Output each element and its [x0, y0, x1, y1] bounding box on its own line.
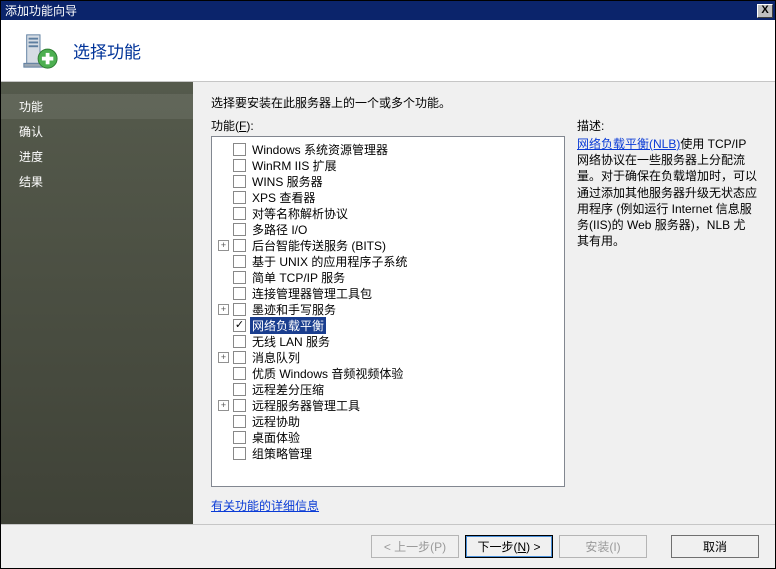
- content-columns: 功能(F): Windows 系统资源管理器WinRM IIS 扩展WINS 服…: [211, 117, 757, 487]
- feature-label[interactable]: XPS 查看器: [250, 189, 317, 206]
- feature-label[interactable]: 优质 Windows 音频视频体验: [250, 365, 405, 382]
- wizard-body: 功能 确认 进度 结果 选择要安装在此服务器上的一个或多个功能。 功能(F): …: [1, 82, 775, 524]
- feature-label[interactable]: 远程协助: [250, 413, 302, 430]
- close-icon[interactable]: X: [757, 4, 773, 18]
- feature-checkbox[interactable]: [233, 143, 246, 156]
- server-icon: [21, 32, 59, 70]
- feature-checkbox[interactable]: [233, 239, 246, 252]
- feature-label[interactable]: 组策略管理: [250, 445, 314, 462]
- tree-expand-icon[interactable]: +: [218, 352, 229, 363]
- feature-checkbox[interactable]: [233, 335, 246, 348]
- feature-row[interactable]: 基于 UNIX 的应用程序子系统: [214, 253, 562, 269]
- feature-row[interactable]: 桌面体验: [214, 429, 562, 445]
- previous-button[interactable]: < 上一步(P): [371, 535, 459, 558]
- feature-label[interactable]: 墨迹和手写服务: [250, 301, 338, 318]
- feature-row[interactable]: 对等名称解析协议: [214, 205, 562, 221]
- feature-checkbox[interactable]: [233, 159, 246, 172]
- feature-label[interactable]: 基于 UNIX 的应用程序子系统: [250, 253, 409, 270]
- features-column: 功能(F): Windows 系统资源管理器WinRM IIS 扩展WINS 服…: [211, 117, 565, 487]
- feature-label[interactable]: 连接管理器管理工具包: [250, 285, 374, 302]
- feature-row[interactable]: 无线 LAN 服务: [214, 333, 562, 349]
- install-button[interactable]: 安装(I): [559, 535, 647, 558]
- feature-checkbox[interactable]: [233, 303, 246, 316]
- description-text: 使用 TCP/IP 网络协议在一些服务器上分配流量。对于确保在负载增加时，可以通…: [577, 137, 757, 248]
- page-title: 选择功能: [73, 38, 141, 63]
- feature-row[interactable]: WinRM IIS 扩展: [214, 157, 562, 173]
- sidebar-item-results[interactable]: 结果: [1, 169, 193, 194]
- feature-label[interactable]: WINS 服务器: [250, 173, 325, 190]
- feature-row[interactable]: XPS 查看器: [214, 189, 562, 205]
- feature-row[interactable]: 优质 Windows 音频视频体验: [214, 365, 562, 381]
- feature-label[interactable]: 后台智能传送服务 (BITS): [250, 237, 388, 254]
- feature-row[interactable]: + 墨迹和手写服务: [214, 301, 562, 317]
- feature-checkbox[interactable]: [233, 447, 246, 460]
- instruction-text: 选择要安装在此服务器上的一个或多个功能。: [211, 94, 757, 111]
- feature-label[interactable]: WinRM IIS 扩展: [250, 157, 339, 174]
- wizard-main: 选择要安装在此服务器上的一个或多个功能。 功能(F): Windows 系统资源…: [193, 82, 775, 524]
- sidebar-item-progress[interactable]: 进度: [1, 144, 193, 169]
- feature-row[interactable]: 远程差分压缩: [214, 381, 562, 397]
- description-label: 描述:: [577, 117, 757, 134]
- feature-label[interactable]: 桌面体验: [250, 429, 302, 446]
- feature-label[interactable]: 对等名称解析协议: [250, 205, 350, 222]
- feature-label[interactable]: Windows 系统资源管理器: [250, 141, 390, 158]
- feature-row[interactable]: + 消息队列: [214, 349, 562, 365]
- sidebar-item-confirm[interactable]: 确认: [1, 119, 193, 144]
- next-button[interactable]: 下一步(N) >: [465, 535, 553, 558]
- feature-row[interactable]: 简单 TCP/IP 服务: [214, 269, 562, 285]
- feature-checkbox[interactable]: [233, 223, 246, 236]
- feature-row[interactable]: + 远程服务器管理工具: [214, 397, 562, 413]
- cancel-button[interactable]: 取消: [671, 535, 759, 558]
- feature-checkbox[interactable]: [233, 431, 246, 444]
- features-listbox[interactable]: Windows 系统资源管理器WinRM IIS 扩展WINS 服务器XPS 查…: [211, 136, 565, 487]
- feature-label[interactable]: 远程差分压缩: [250, 381, 326, 398]
- feature-row[interactable]: 组策略管理: [214, 445, 562, 461]
- feature-label[interactable]: 多路径 I/O: [250, 221, 309, 238]
- feature-checkbox[interactable]: [233, 415, 246, 428]
- description-column: 描述: 网络负载平衡(NLB)使用 TCP/IP 网络协议在一些服务器上分配流量…: [577, 117, 757, 487]
- description-body: 网络负载平衡(NLB)使用 TCP/IP 网络协议在一些服务器上分配流量。对于确…: [577, 136, 757, 249]
- tree-expand-icon[interactable]: +: [218, 400, 229, 411]
- feature-row[interactable]: WINS 服务器: [214, 173, 562, 189]
- feature-checkbox[interactable]: [233, 399, 246, 412]
- tree-expand-icon[interactable]: +: [218, 304, 229, 315]
- wizard-sidebar: 功能 确认 进度 结果: [1, 82, 193, 524]
- feature-checkbox[interactable]: [233, 383, 246, 396]
- feature-checkbox[interactable]: [233, 255, 246, 268]
- feature-row[interactable]: + 后台智能传送服务 (BITS): [214, 237, 562, 253]
- tree-expand-icon[interactable]: +: [218, 240, 229, 251]
- feature-checkbox[interactable]: [233, 271, 246, 284]
- feature-checkbox[interactable]: [233, 351, 246, 364]
- feature-row[interactable]: 多路径 I/O: [214, 221, 562, 237]
- description-link[interactable]: 网络负载平衡(NLB): [577, 137, 680, 151]
- feature-checkbox[interactable]: [233, 191, 246, 204]
- titlebar: 添加功能向导 X: [1, 1, 775, 20]
- feature-label[interactable]: 简单 TCP/IP 服务: [250, 269, 347, 286]
- feature-checkbox[interactable]: [233, 175, 246, 188]
- feature-label[interactable]: 消息队列: [250, 349, 302, 366]
- window-title: 添加功能向导: [5, 2, 757, 19]
- feature-checkbox[interactable]: [233, 319, 246, 332]
- feature-row[interactable]: 远程协助: [214, 413, 562, 429]
- feature-row[interactable]: Windows 系统资源管理器: [214, 141, 562, 157]
- feature-label[interactable]: 无线 LAN 服务: [250, 333, 332, 350]
- feature-row[interactable]: 网络负载平衡: [214, 317, 562, 333]
- wizard-header: 选择功能: [1, 20, 775, 82]
- feature-checkbox[interactable]: [233, 367, 246, 380]
- feature-checkbox[interactable]: [233, 207, 246, 220]
- more-info-link[interactable]: 有关功能的详细信息: [211, 497, 757, 514]
- feature-label[interactable]: 远程服务器管理工具: [250, 397, 362, 414]
- feature-label[interactable]: 网络负载平衡: [250, 317, 326, 334]
- wizard-footer: < 上一步(P) 下一步(N) > 安装(I) 取消: [1, 524, 775, 568]
- sidebar-item-features[interactable]: 功能: [1, 94, 193, 119]
- features-label: 功能(F):: [211, 117, 565, 134]
- add-features-wizard-window: 添加功能向导 X 选择功能 功能 确认 进度 结果 选择要安装在此服务器上的一个…: [0, 0, 776, 569]
- feature-row[interactable]: 连接管理器管理工具包: [214, 285, 562, 301]
- feature-checkbox[interactable]: [233, 287, 246, 300]
